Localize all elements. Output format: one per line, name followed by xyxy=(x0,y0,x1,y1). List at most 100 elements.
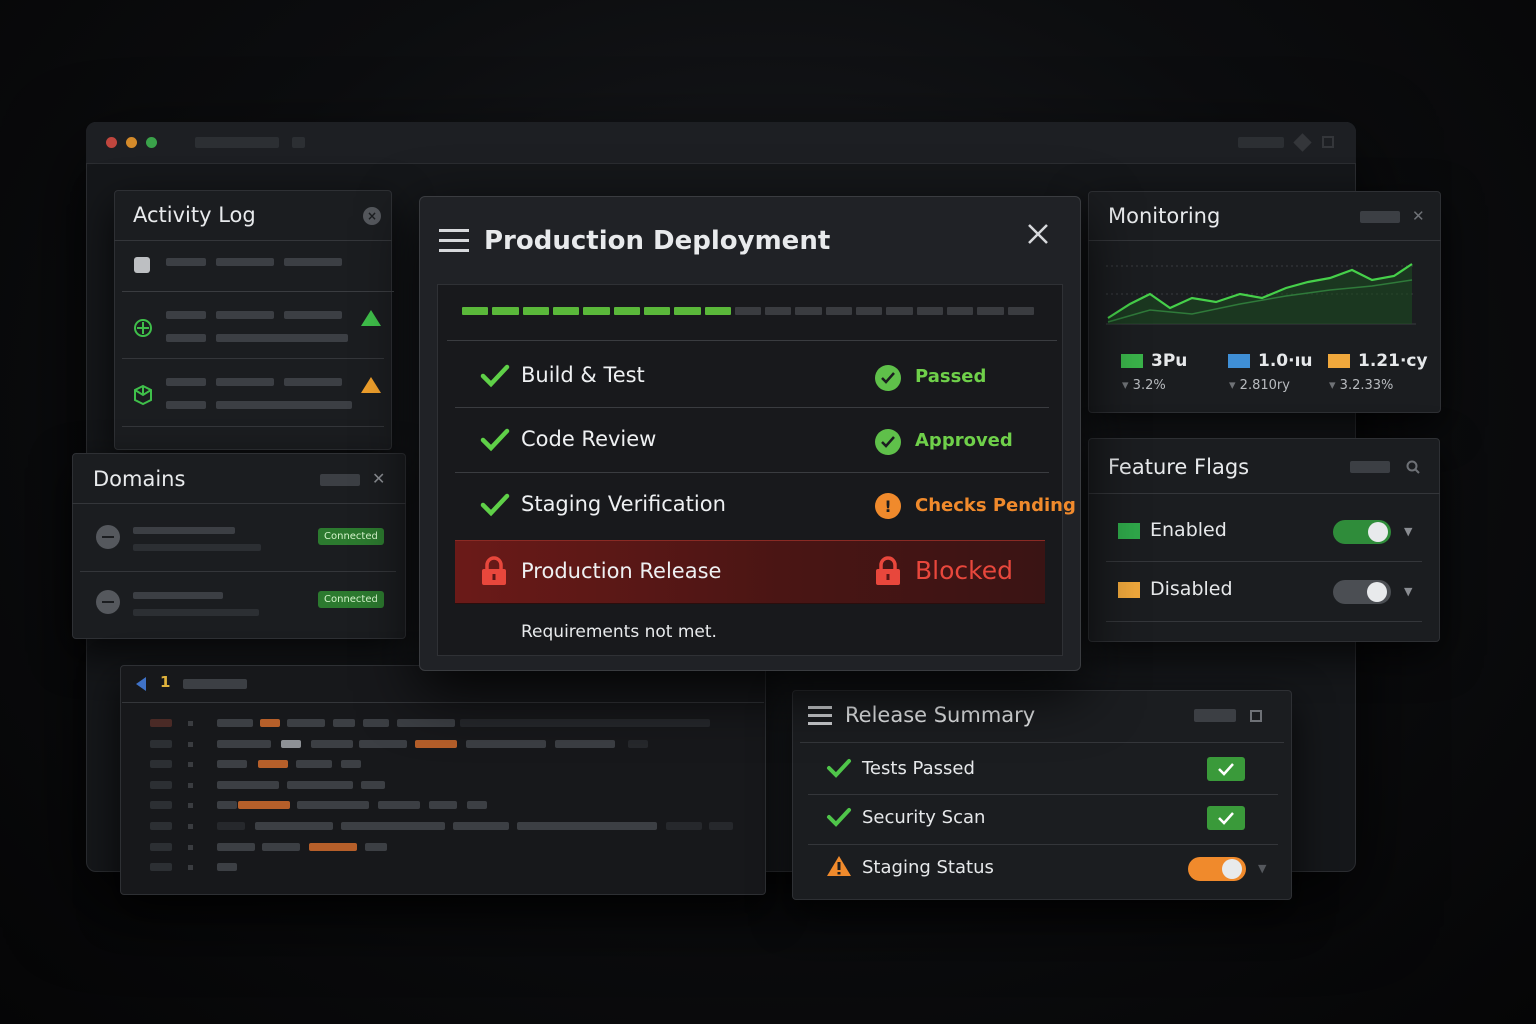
close-icon[interactable]: × xyxy=(363,207,381,225)
log-text xyxy=(284,258,342,266)
divider xyxy=(808,844,1278,845)
progress-segment-filled xyxy=(643,307,671,315)
feature-flags-title: Feature Flags xyxy=(1108,455,1250,479)
flag-label-enabled: Enabled xyxy=(1150,519,1227,541)
line-marker xyxy=(188,844,193,850)
domain-detail xyxy=(133,609,259,616)
line-gutter xyxy=(150,719,172,727)
line-marker xyxy=(188,803,193,809)
enabled-swatch xyxy=(1118,523,1140,539)
database-icon xyxy=(134,257,150,273)
metric-value: 1.21·cy xyxy=(1358,351,1428,371)
domains-menu-placeholder[interactable] xyxy=(320,474,360,486)
code-token xyxy=(258,760,288,769)
divider xyxy=(1106,621,1422,622)
progress-segment-empty xyxy=(795,307,822,315)
metric-swatch-green xyxy=(1121,354,1143,368)
passed-status-icon xyxy=(875,365,901,391)
code-token xyxy=(333,719,355,727)
requirements-message: Requirements not met. xyxy=(521,622,717,642)
chevron-down-icon[interactable]: ▼ xyxy=(1258,862,1266,875)
close-window-icon[interactable] xyxy=(106,137,117,148)
monitoring-menu-placeholder[interactable] xyxy=(1360,211,1400,223)
check-icon xyxy=(480,493,510,517)
log-text xyxy=(216,334,348,342)
maximize-window-icon[interactable] xyxy=(146,137,157,148)
tests-passed-checkbox[interactable] xyxy=(1207,757,1245,781)
log-text xyxy=(216,378,274,386)
summary-item-label: Security Scan xyxy=(862,807,986,828)
domain-globe-icon xyxy=(96,590,120,614)
chevron-down-icon[interactable]: ▼ xyxy=(1404,585,1412,598)
bookmark-icon[interactable] xyxy=(1250,710,1262,722)
enabled-toggle[interactable] xyxy=(1333,520,1391,544)
release-menu-placeholder[interactable] xyxy=(1194,709,1236,722)
divider xyxy=(114,240,392,241)
file-tab[interactable] xyxy=(183,679,247,689)
code-token xyxy=(363,719,389,727)
approved-status-icon xyxy=(875,429,901,455)
metric-swatch-blue xyxy=(1228,354,1250,368)
line-gutter xyxy=(150,822,172,830)
code-token xyxy=(309,842,357,851)
line-gutter xyxy=(150,780,172,789)
log-text xyxy=(216,311,274,319)
code-token xyxy=(397,719,455,727)
code-token xyxy=(460,719,710,727)
step-label-build: Build & Test xyxy=(521,363,645,387)
code-token xyxy=(287,719,325,727)
metric-swatch-orange xyxy=(1328,354,1350,368)
progress-segment-filled xyxy=(613,307,640,315)
code-token xyxy=(311,739,353,748)
code-token xyxy=(262,842,300,851)
security-scan-checkbox[interactable] xyxy=(1207,806,1245,830)
line-marker xyxy=(188,824,193,829)
code-token xyxy=(217,801,237,810)
toolbar-placeholder xyxy=(1238,137,1284,148)
check-icon xyxy=(827,759,851,778)
menu-icon[interactable] xyxy=(808,706,832,726)
progress-segment-empty xyxy=(886,307,913,315)
chevron-down-icon[interactable]: ▼ xyxy=(1404,525,1412,538)
back-arrow-icon[interactable] xyxy=(136,677,146,691)
cube-icon xyxy=(134,319,152,337)
domain-name xyxy=(133,592,223,599)
menu-icon[interactable] xyxy=(439,229,469,255)
line-marker xyxy=(188,741,193,747)
code-token xyxy=(217,842,255,851)
code-token xyxy=(361,780,385,789)
square-icon[interactable] xyxy=(1322,136,1334,148)
code-token xyxy=(281,739,301,748)
minimize-window-icon[interactable] xyxy=(126,137,137,148)
feature-flags-menu-placeholder[interactable] xyxy=(1350,461,1390,473)
metric-sub: ▾ 2.810ry xyxy=(1229,378,1290,393)
code-token xyxy=(341,822,445,830)
divider xyxy=(800,742,1284,743)
code-token xyxy=(467,801,487,810)
divider xyxy=(122,426,384,427)
disabled-toggle[interactable] xyxy=(1333,580,1391,604)
line-gutter xyxy=(150,760,172,769)
lock-icon xyxy=(876,556,900,585)
close-icon[interactable]: ✕ xyxy=(372,469,385,488)
code-token xyxy=(296,760,332,769)
log-text xyxy=(216,401,352,409)
divider xyxy=(455,472,1049,473)
step-label-review: Code Review xyxy=(521,427,657,451)
release-summary-title: Release Summary xyxy=(845,703,1036,727)
log-text xyxy=(284,311,342,319)
search-icon[interactable] xyxy=(1405,459,1421,475)
close-icon[interactable]: ✕ xyxy=(1412,207,1425,225)
step-label-staging: Staging Verification xyxy=(521,492,726,516)
monitoring-line-chart xyxy=(1106,263,1416,325)
progress-segment-filled xyxy=(522,307,549,315)
code-token xyxy=(255,822,333,830)
close-icon[interactable] xyxy=(1026,222,1050,246)
progress-segment-empty xyxy=(825,307,853,315)
log-text xyxy=(284,378,342,386)
code-token xyxy=(217,760,247,769)
staging-status-toggle[interactable] xyxy=(1188,857,1246,881)
metric-sub: ▾ 3.2.33% xyxy=(1329,378,1394,393)
tab-icon[interactable] xyxy=(292,137,305,148)
check-icon xyxy=(827,808,851,827)
